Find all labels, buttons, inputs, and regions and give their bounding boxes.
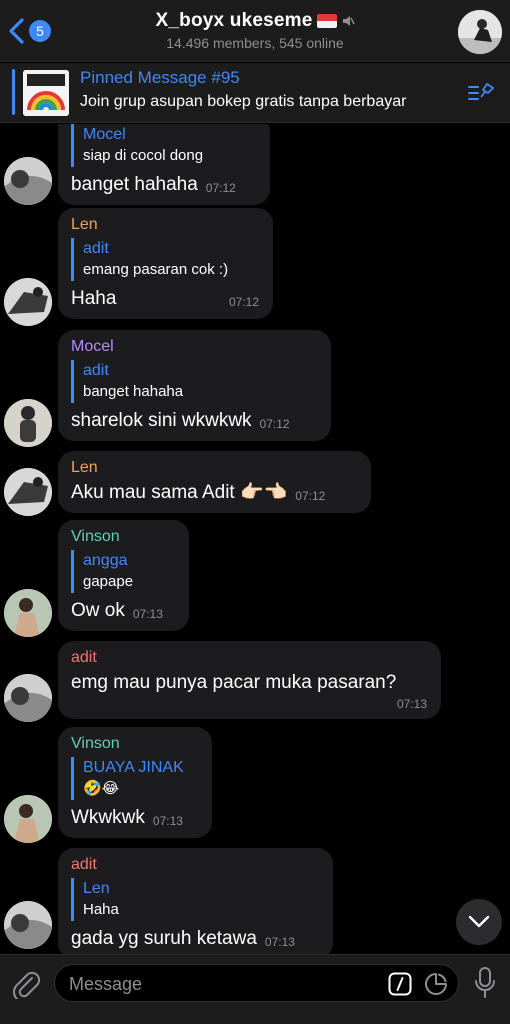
sender-avatar[interactable]: [4, 589, 52, 637]
sender-avatar[interactable]: [4, 157, 52, 205]
sticker-icon[interactable]: [424, 972, 448, 996]
scroll-to-bottom-button[interactable]: [456, 899, 502, 945]
message-bubble[interactable]: adit Len Haha gada yg suruh ketawa 07:13: [58, 848, 333, 954]
message-text: Wkwkwk: [71, 807, 145, 828]
reply-name: Len: [83, 880, 110, 897]
sender-name[interactable]: Mocel: [71, 338, 317, 356]
message-text: sharelok sini wkwkwk: [71, 410, 252, 431]
reply-text: emang pasaran cok :): [83, 261, 229, 278]
paperclip-icon[interactable]: [12, 969, 40, 999]
message-time: 07:12: [205, 181, 236, 195]
reply-preview[interactable]: adit emang pasaran cok :): [71, 238, 259, 281]
sender-name[interactable]: adit: [71, 649, 427, 667]
sender-avatar[interactable]: [4, 278, 52, 326]
pinned-indicator: [12, 69, 15, 115]
message-time: 07:13: [264, 935, 295, 949]
sender-avatar[interactable]: [4, 795, 52, 843]
reply-text: gapape: [83, 573, 134, 590]
message-text: Aku mau sama Adit 👉🏻👈🏻: [71, 482, 288, 503]
sender-name[interactable]: Len: [71, 459, 357, 477]
message-text: gada yg suruh ketawa: [71, 928, 257, 949]
sender-name[interactable]: adit: [71, 856, 319, 874]
sender-name[interactable]: Len: [71, 216, 259, 234]
message-input-wrapper: [54, 964, 459, 1002]
message-bubble[interactable]: Len Aku mau sama Adit 👉🏻👈🏻 07:12: [58, 451, 371, 513]
reply-text: siap di cocol dong: [83, 147, 204, 164]
sender-avatar[interactable]: [4, 674, 52, 722]
back-button[interactable]: 5: [8, 18, 51, 44]
pin-list-icon[interactable]: [468, 81, 494, 105]
reply-name: angga: [83, 552, 128, 569]
message-time: 07:13: [152, 814, 183, 828]
message-text: banget hahaha: [71, 174, 198, 195]
message-input[interactable]: [69, 972, 369, 996]
pinned-text: Join grup asupan bokep gratis tanpa berb…: [80, 93, 407, 110]
composer-bar: [0, 954, 510, 1024]
sender-avatar[interactable]: [4, 901, 52, 949]
pinned-title: Pinned Message #95: [80, 68, 240, 87]
reply-text: banget hahaha: [83, 383, 184, 400]
pinned-message-bar[interactable]: Pinned Message #95 Join grup asupan boke…: [0, 63, 510, 123]
message-time: 07:12: [295, 489, 326, 503]
message-bubble[interactable]: Len adit emang pasaran cok :) Haha 07:12: [58, 208, 273, 319]
message-text: Ow ok: [71, 600, 125, 621]
chat-subtitle: 14.496 members, 545 online: [166, 35, 344, 51]
reply-name: adit: [83, 362, 109, 379]
pinned-thumbnail: [23, 70, 69, 116]
sender-name[interactable]: Vinson: [71, 528, 175, 546]
message-bubble[interactable]: Mocel siap di cocol dong banget hahaha 0…: [58, 124, 270, 205]
chevron-down-icon: [468, 915, 490, 928]
reply-preview[interactable]: Len Haha: [71, 878, 319, 921]
command-icon[interactable]: [388, 972, 412, 996]
reply-text: Haha: [83, 901, 119, 918]
message-text: Haha: [71, 288, 117, 309]
group-avatar[interactable]: [458, 10, 502, 54]
message-text: emg mau punya pacar muka pasaran?: [71, 672, 397, 693]
message-bubble[interactable]: Vinson BUAYA JINAK 🤣😂 Wkwkwk 07:13: [58, 727, 212, 838]
message-bubble[interactable]: adit emg mau punya pacar muka pasaran? 0…: [58, 641, 441, 719]
reply-text: 🤣😂: [83, 780, 120, 797]
chat-title: X_boyx ukeseme: [155, 10, 313, 31]
reply-preview[interactable]: BUAYA JINAK 🤣😂: [71, 757, 198, 800]
unread-badge: 5: [29, 20, 51, 42]
indonesia-flag-icon: [316, 14, 337, 28]
reply-name: Mocel: [83, 126, 126, 143]
message-bubble[interactable]: Mocel adit banget hahaha sharelok sini w…: [58, 330, 331, 441]
chat-header: 5 X_boyx ukeseme 14.496 members, 545 onl…: [0, 0, 510, 62]
sender-name[interactable]: Vinson: [71, 735, 198, 753]
reply-preview[interactable]: Mocel siap di cocol dong: [71, 124, 256, 167]
message-time: 07:12: [228, 295, 259, 309]
chevron-left-icon: [9, 18, 24, 44]
message-time: 07:13: [396, 697, 427, 711]
message-bubble[interactable]: Vinson angga gapape Ow ok 07:13: [58, 520, 189, 631]
reply-preview[interactable]: angga gapape: [71, 550, 175, 593]
reply-preview[interactable]: adit banget hahaha: [71, 360, 317, 403]
message-time: 07:12: [259, 417, 290, 431]
sender-avatar[interactable]: [4, 468, 52, 516]
message-time: 07:13: [132, 607, 163, 621]
sender-avatar[interactable]: [4, 399, 52, 447]
reply-name: BUAYA JINAK: [83, 759, 184, 776]
microphone-icon[interactable]: [474, 967, 496, 999]
mute-icon: [342, 16, 355, 26]
message-list[interactable]: Mocel siap di cocol dong banget hahaha 0…: [0, 124, 510, 954]
reply-name: adit: [83, 240, 109, 257]
chat-title-area[interactable]: X_boyx ukeseme 14.496 members, 545 onlin…: [120, 10, 390, 51]
